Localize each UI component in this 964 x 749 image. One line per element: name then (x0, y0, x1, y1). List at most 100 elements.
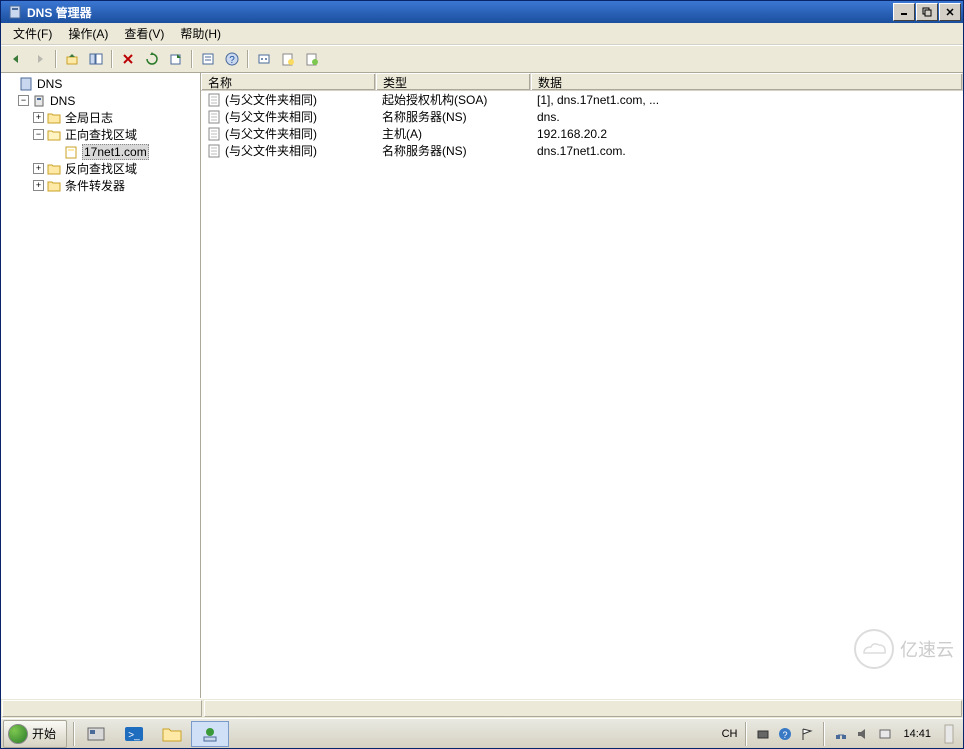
record-icon (207, 93, 221, 107)
record-type: 起始授权机构(SOA) (382, 91, 487, 108)
close-button[interactable] (939, 3, 961, 21)
record-row[interactable]: (与父文件夹相同) 名称服务器(NS) dns.17net1.com. (201, 142, 963, 159)
toolbar-sep (111, 50, 113, 68)
tray-network-icon[interactable] (833, 726, 849, 742)
show-desktop-button[interactable] (941, 726, 957, 742)
taskbar: 开始 >_ CH ? 14:41 (1, 718, 963, 748)
filter-button[interactable] (253, 48, 275, 70)
tray-icon-4[interactable] (877, 726, 893, 742)
back-button[interactable] (5, 48, 27, 70)
record-data: dns.17net1.com. (537, 144, 626, 158)
svg-text:?: ? (783, 730, 788, 740)
col-type[interactable]: 类型 (376, 73, 531, 90)
tray-flag-icon[interactable] (799, 726, 815, 742)
menu-help[interactable]: 帮助(H) (172, 23, 229, 44)
delete-button[interactable] (117, 48, 139, 70)
tree-zone-selected[interactable]: 17net1.com (1, 143, 200, 160)
folder-open-icon (46, 127, 62, 143)
tree-fwd-lookup[interactable]: − 正向查找区域 (1, 126, 200, 143)
tray-icon-1[interactable] (755, 726, 771, 742)
status-bar (1, 698, 963, 718)
new-zone-button[interactable] (301, 48, 323, 70)
record-row[interactable]: (与父文件夹相同) 主机(A) 192.168.20.2 (201, 125, 963, 142)
tree-root-dns[interactable]: DNS (1, 75, 200, 92)
record-data: [1], dns.17net1.com, ... (537, 93, 659, 107)
expand-icon[interactable]: + (33, 180, 44, 191)
status-left (2, 700, 202, 717)
record-name: (与父文件夹相同) (225, 91, 317, 108)
export-button[interactable] (165, 48, 187, 70)
tree-pane[interactable]: DNS − DNS + 全局日志 − 正向查找区域 17net1.com (1, 73, 201, 698)
ime-indicator[interactable]: CH (722, 728, 738, 740)
up-button[interactable] (61, 48, 83, 70)
list-pane: 名称 类型 数据 (与父文件夹相同) 起始授权机构(SOA) [1], dns.17… (201, 73, 963, 698)
task-dns-manager[interactable] (191, 721, 229, 747)
col-data[interactable]: 数据 (531, 73, 963, 90)
menu-bar: 文件(F) 操作(A) 查看(V) 帮助(H) (1, 23, 963, 45)
record-icon (207, 110, 221, 124)
list-body[interactable]: (与父文件夹相同) 起始授权机构(SOA) [1], dns.17net1.com,… (201, 91, 963, 698)
folder-icon (46, 161, 62, 177)
task-explorer[interactable] (153, 721, 191, 747)
toolbar-sep (191, 50, 193, 68)
record-name: (与父文件夹相同) (225, 108, 317, 125)
record-icon (207, 144, 221, 158)
record-data: 192.168.20.2 (537, 127, 607, 141)
work-area: DNS − DNS + 全局日志 − 正向查找区域 17net1.com (1, 73, 963, 698)
record-type: 名称服务器(NS) (382, 142, 467, 159)
svg-text:?: ? (229, 55, 235, 66)
task-powershell[interactable]: >_ (115, 721, 153, 747)
col-name[interactable]: 名称 (201, 73, 376, 90)
clock[interactable]: 14:41 (899, 728, 935, 740)
menu-file[interactable]: 文件(F) (5, 23, 60, 44)
dns-root-icon (18, 76, 34, 92)
taskbar-sep (73, 722, 75, 746)
help-button[interactable]: ? (221, 48, 243, 70)
tree-server[interactable]: − DNS (1, 92, 200, 109)
start-orb-icon (8, 724, 28, 744)
folder-icon (46, 110, 62, 126)
expand-icon[interactable]: + (33, 163, 44, 174)
record-type: 主机(A) (382, 125, 422, 142)
server-icon (31, 93, 47, 109)
status-right (204, 700, 962, 717)
tree-rev-lookup[interactable]: + 反向查找区域 (1, 160, 200, 177)
app-window: DNS 管理器 文件(F) 操作(A) 查看(V) 帮助(H) ? (0, 0, 964, 749)
record-type: 名称服务器(NS) (382, 108, 467, 125)
tray-sep (745, 722, 747, 746)
forward-button[interactable] (29, 48, 51, 70)
collapse-icon[interactable]: − (18, 95, 29, 106)
record-icon (207, 127, 221, 141)
record-row[interactable]: (与父文件夹相同) 名称服务器(NS) dns. (201, 108, 963, 125)
tree-global-log[interactable]: + 全局日志 (1, 109, 200, 126)
list-header: 名称 类型 数据 (201, 73, 963, 91)
tray-help-icon[interactable]: ? (777, 726, 793, 742)
task-server-manager[interactable] (77, 721, 115, 747)
record-data: dns. (537, 110, 560, 124)
expand-icon[interactable]: + (33, 112, 44, 123)
system-tray: CH ? 14:41 (716, 722, 963, 746)
window-title: DNS 管理器 (27, 4, 892, 21)
toolbar-sep (55, 50, 57, 68)
menu-view[interactable]: 查看(V) (116, 23, 172, 44)
new-record-button[interactable] (277, 48, 299, 70)
svg-text:>_: >_ (128, 730, 140, 741)
show-hide-tree-button[interactable] (85, 48, 107, 70)
start-button[interactable]: 开始 (3, 720, 67, 748)
window-buttons (892, 3, 961, 21)
maximize-button[interactable] (916, 3, 938, 21)
start-label: 开始 (32, 725, 56, 742)
tray-volume-icon[interactable] (855, 726, 871, 742)
collapse-icon[interactable]: − (33, 129, 44, 140)
title-bar: DNS 管理器 (1, 1, 963, 23)
toolbar-sep (247, 50, 249, 68)
refresh-button[interactable] (141, 48, 163, 70)
folder-icon (46, 178, 62, 194)
record-name: (与父文件夹相同) (225, 142, 317, 159)
minimize-button[interactable] (893, 3, 915, 21)
record-name: (与父文件夹相同) (225, 125, 317, 142)
properties-button[interactable] (197, 48, 219, 70)
record-row[interactable]: (与父文件夹相同) 起始授权机构(SOA) [1], dns.17net1.com,… (201, 91, 963, 108)
menu-action[interactable]: 操作(A) (60, 23, 116, 44)
tree-cond-fwd[interactable]: + 条件转发器 (1, 177, 200, 194)
